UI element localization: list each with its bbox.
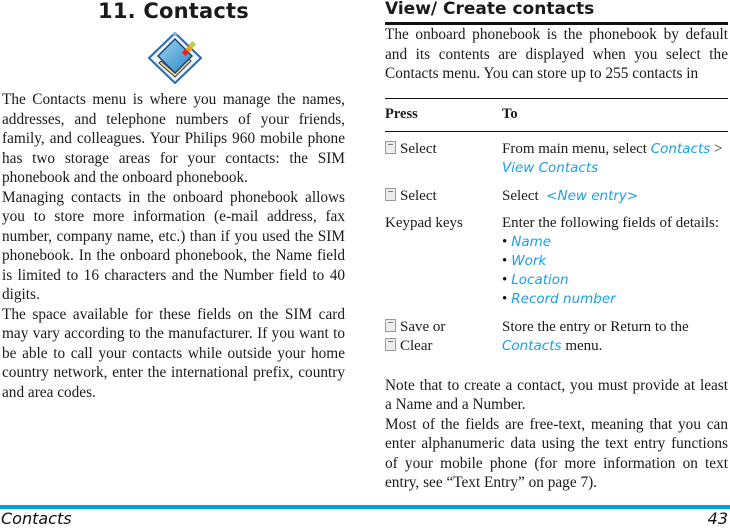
right-column: View/ Create contacts The onboard phoneb… xyxy=(385,0,728,493)
left-column: 11. Contacts The Contacts menu is where … xyxy=(2,0,345,402)
chapter-icon-container xyxy=(2,30,345,90)
notes: Note that to create a contact, you must … xyxy=(385,376,728,493)
intro-paragraph: The Contacts menu is where you manage th… xyxy=(2,91,345,186)
field-item: Location xyxy=(502,271,728,290)
to-cell: Select <New entry> xyxy=(502,178,728,206)
press-cell: Select xyxy=(385,131,502,178)
press-cell: Select xyxy=(385,178,502,206)
view-contacts-link[interactable]: View Contacts xyxy=(502,160,598,176)
contacts-menu-link[interactable]: Contacts xyxy=(651,141,711,157)
address-book-icon xyxy=(147,31,203,85)
header-to: To xyxy=(502,97,728,132)
table-row: Select Select <New entry> xyxy=(385,178,728,206)
softkey-icon xyxy=(385,140,396,154)
to-text: From main menu, select xyxy=(502,140,651,157)
separator: > xyxy=(710,140,723,157)
table-row: Select From main menu, select Contacts >… xyxy=(385,131,728,178)
field-work-link[interactable]: Work xyxy=(511,253,546,269)
softkey-icon xyxy=(385,187,396,201)
field-record-number-link[interactable]: Record number xyxy=(511,291,615,307)
press-label: Clear xyxy=(400,337,433,354)
softkey-icon xyxy=(385,337,396,351)
to-cell: From main menu, select Contacts > View C… xyxy=(502,131,728,178)
footer-accent-bar xyxy=(0,505,730,509)
header-press: Press xyxy=(385,97,502,132)
table-header-row: Press To xyxy=(385,97,728,132)
table-row: Save or Clear Store the entry or Return … xyxy=(385,309,728,356)
press-cell: Save or Clear xyxy=(385,309,502,356)
sim-space-paragraph: The space available for these fields on … xyxy=(2,305,345,401)
press-cell: Keypad keys xyxy=(385,206,502,309)
new-entry-link[interactable]: <New entry> xyxy=(546,188,638,204)
footer-page-number: 43 xyxy=(707,509,728,528)
field-item: Name xyxy=(502,233,728,252)
field-location-link[interactable]: Location xyxy=(511,272,568,288)
note-paragraph: Note that to create a contact, you must … xyxy=(385,376,728,414)
press-to-table: Press To Select From main menu, select C… xyxy=(385,97,728,356)
field-item: Record number xyxy=(502,290,728,309)
to-text: Enter the following fields of details: xyxy=(502,214,720,231)
free-text-paragraph: Most of the fields are free-text, meanin… xyxy=(385,415,728,492)
press-label: Keypad keys xyxy=(385,214,463,231)
section-title: View/ Create contacts xyxy=(385,0,595,19)
field-item: Work xyxy=(502,252,728,271)
to-cell: Enter the following fields of details: N… xyxy=(502,206,728,309)
section-intro: The onboard phonebook is the phonebook b… xyxy=(385,26,728,82)
to-cell: Store the entry or Return to the Contact… xyxy=(502,309,728,356)
press-label: Select xyxy=(400,140,437,157)
table-row: Keypad keys Enter the following fields o… xyxy=(385,206,728,309)
to-text: Select xyxy=(502,187,543,204)
press-label: Save or xyxy=(400,318,446,335)
press-label: Select xyxy=(400,187,437,204)
field-list: Name Work Location Record number xyxy=(502,233,728,309)
to-tail: menu. xyxy=(561,337,603,354)
onboard-paragraph: Managing contacts in the onboard phonebo… xyxy=(2,188,345,304)
field-name-link[interactable]: Name xyxy=(511,234,551,250)
chapter-title: 11. Contacts xyxy=(98,0,249,23)
softkey-icon xyxy=(385,318,396,332)
to-text: Store the entry or Return to the xyxy=(502,318,689,335)
contacts-menu-link[interactable]: Contacts xyxy=(502,338,562,354)
footer-section-name: Contacts xyxy=(1,509,72,528)
